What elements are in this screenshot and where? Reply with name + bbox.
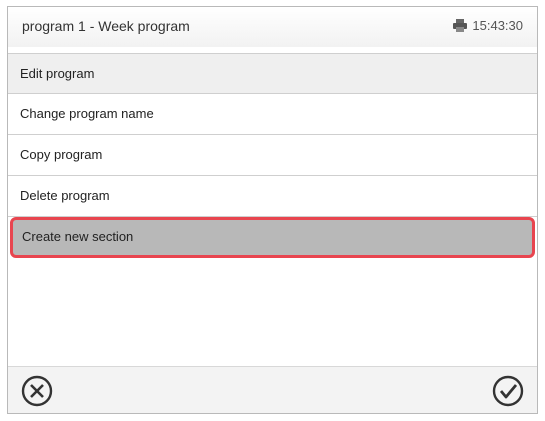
checkmark-circle-icon[interactable] (490, 373, 526, 409)
edit-program-menu: Edit program Change program name Copy pr… (8, 53, 537, 258)
menu-item-delete-program[interactable]: Delete program (8, 176, 537, 217)
footer-bar (8, 366, 537, 413)
controller-screen: program 1 - Week program 15:43:30 Edit p… (7, 6, 538, 414)
page-title: program 1 - Week program (22, 18, 190, 34)
menu-item-copy-program[interactable]: Copy program (8, 135, 537, 176)
clock: 15:43:30 (472, 18, 523, 33)
status-area: 15:43:30 (452, 18, 523, 33)
menu-item-change-program-name[interactable]: Change program name (8, 94, 537, 135)
printer-icon (453, 19, 468, 32)
menu-title: Edit program (8, 53, 537, 94)
close-circle-icon[interactable] (19, 373, 55, 409)
menu-item-create-new-section[interactable]: Create new section (10, 217, 535, 258)
title-bar: program 1 - Week program 15:43:30 (8, 7, 537, 47)
